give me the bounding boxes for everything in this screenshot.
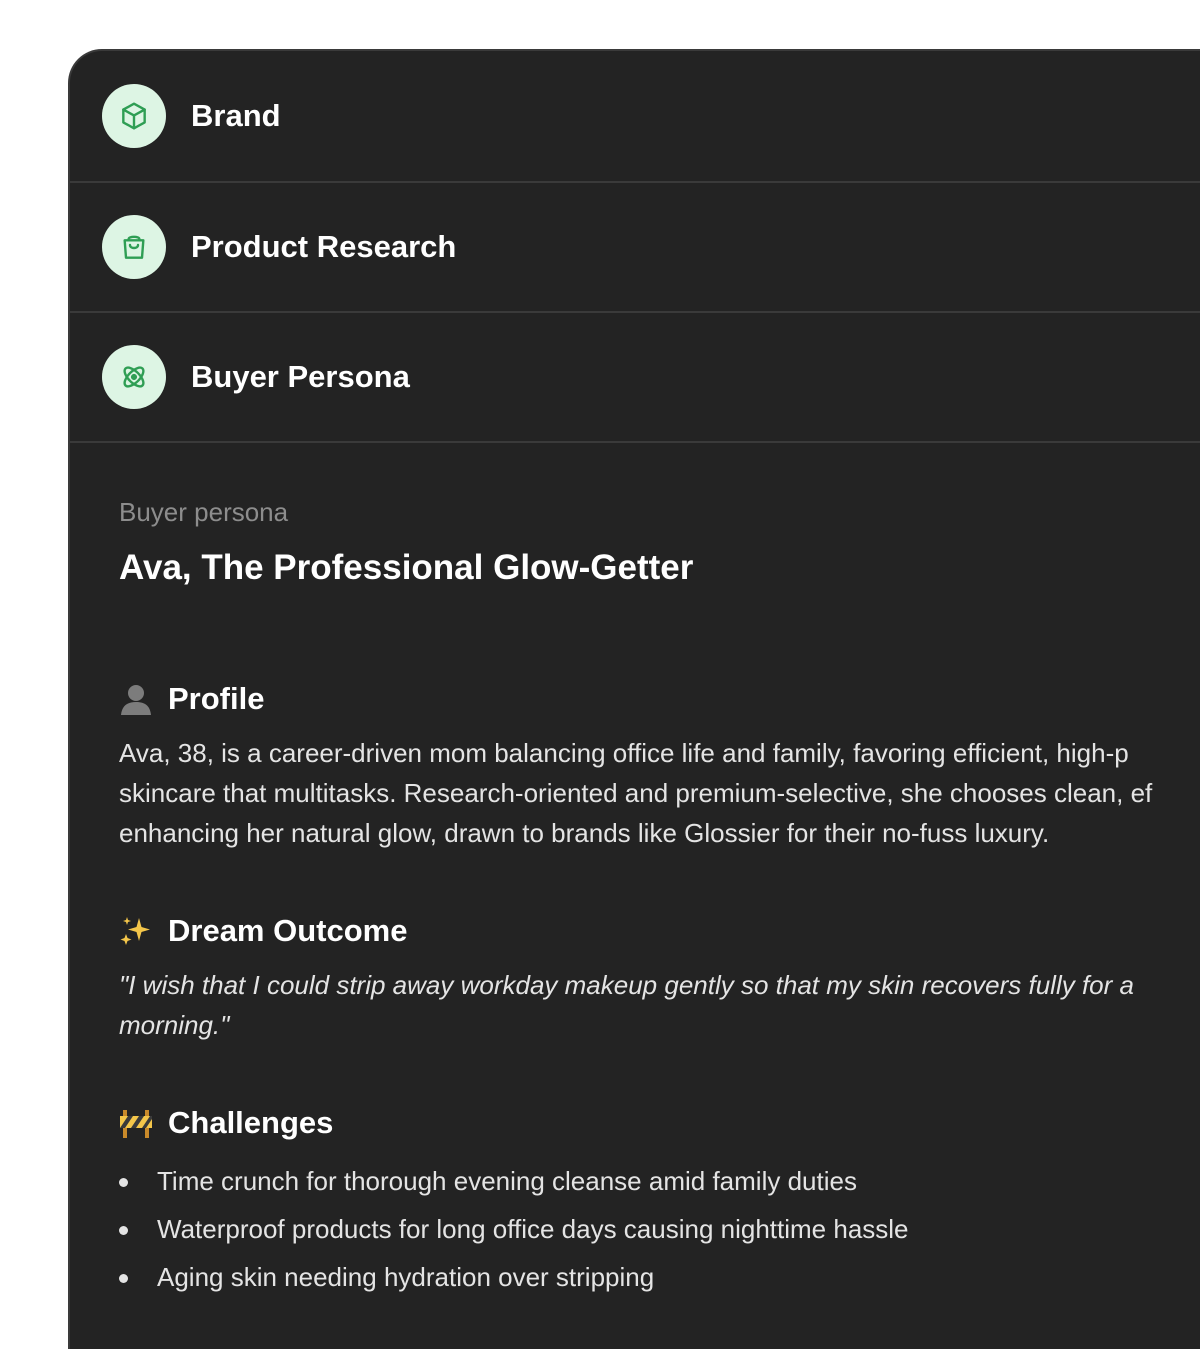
challenges-list: Time crunch for thorough evening cleanse…	[119, 1157, 909, 1301]
list-item: Time crunch for thorough evening cleanse…	[119, 1157, 909, 1205]
profile-heading-label: Profile	[168, 681, 265, 716]
profile-text: Ava, 38, is a career-driven mom balancin…	[119, 733, 1200, 853]
persona-atom-icon	[102, 345, 166, 409]
nav-item-product-research[interactable]: Product Research	[70, 183, 1200, 313]
profile-line: skincare that multitasks. Research-orien…	[119, 778, 1153, 808]
quote-line: "I wish that I could strip away workday …	[119, 970, 1134, 1000]
persona-eyebrow: Buyer persona	[119, 497, 289, 527]
nav-item-buyer-persona[interactable]: Buyer Persona	[70, 313, 1200, 443]
challenge-text: Time crunch for thorough evening cleanse…	[157, 1166, 857, 1196]
cube-icon	[102, 84, 166, 148]
list-item: Aging skin needing hydration over stripp…	[119, 1253, 909, 1301]
challenges-heading-label: Challenges	[168, 1105, 334, 1140]
nav-item-label: Buyer Persona	[191, 359, 410, 394]
main-panel: Brand Product Research Buyer Persona Buy…	[68, 49, 1200, 1349]
bullet-dot	[119, 1274, 128, 1283]
list-item: Waterproof products for long office days…	[119, 1205, 909, 1253]
challenge-text: Waterproof products for long office days…	[157, 1214, 909, 1244]
shopping-bag-icon	[102, 215, 166, 279]
dream-outcome-heading-label: Dream Outcome	[168, 913, 408, 948]
nav-item-brand[interactable]: Brand	[70, 51, 1200, 183]
challenges-heading: Challenges	[119, 1105, 333, 1141]
sparkles-icon	[119, 914, 153, 948]
construction-barrier-icon	[119, 1106, 153, 1140]
dream-outcome-heading: Dream Outcome	[119, 913, 407, 949]
bullet-dot	[119, 1226, 128, 1235]
nav-item-label: Product Research	[191, 229, 457, 264]
challenge-text: Aging skin needing hydration over stripp…	[157, 1262, 655, 1292]
bust-silhouette-icon	[119, 682, 153, 716]
profile-line: enhancing her natural glow, drawn to bra…	[119, 818, 1050, 848]
quote-line: morning."	[119, 1010, 230, 1040]
dream-outcome-quote: "I wish that I could strip away workday …	[119, 965, 1200, 1045]
bullet-dot	[119, 1178, 128, 1187]
profile-line: Ava, 38, is a career-driven mom balancin…	[119, 738, 1129, 768]
persona-title: Ava, The Professional Glow-Getter	[119, 548, 694, 587]
profile-heading: Profile	[119, 681, 264, 717]
nav-item-label: Brand	[191, 98, 281, 133]
